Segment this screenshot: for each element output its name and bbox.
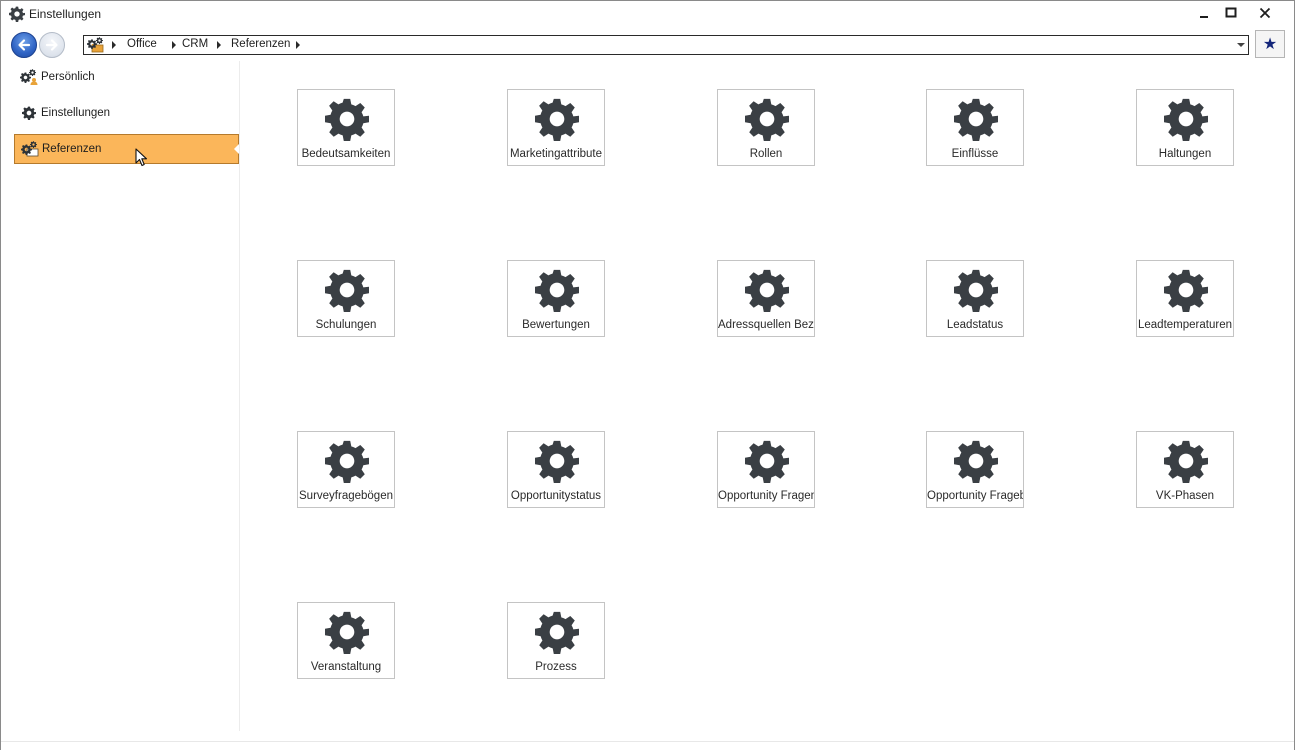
tile-haltungen[interactable]: Haltungen bbox=[1136, 89, 1234, 166]
tile-label: Marketingattribute bbox=[509, 148, 603, 160]
tile-label: Schulungen bbox=[315, 319, 377, 331]
gear-icon bbox=[325, 611, 369, 654]
tile-label: Leadstatus bbox=[946, 319, 1004, 331]
favorite-button[interactable]: ★ bbox=[1255, 30, 1285, 58]
gear-icon bbox=[1164, 269, 1208, 312]
tile-prozess[interactable]: Prozess bbox=[507, 602, 605, 679]
settings-window: Einstellungen Office CRM Referenzen ★ Pe… bbox=[0, 0, 1295, 750]
gear-icon bbox=[325, 440, 369, 483]
breadcrumb-referenzen[interactable]: Referenzen bbox=[231, 38, 290, 50]
tile-label: Bedeutsamkeiten bbox=[301, 148, 391, 160]
gear-icon bbox=[954, 98, 998, 141]
tile-bedeutsamkeiten[interactable]: Bedeutsamkeiten bbox=[297, 89, 395, 166]
sidebar-item-label: Persönlich bbox=[41, 71, 95, 83]
gear-icon bbox=[535, 269, 579, 312]
breadcrumb-separator[interactable] bbox=[112, 41, 116, 49]
breadcrumb-crm[interactable]: CRM bbox=[182, 38, 208, 50]
gear-icon bbox=[745, 98, 789, 141]
star-icon: ★ bbox=[1262, 36, 1278, 53]
close-button[interactable] bbox=[1248, 1, 1282, 25]
tile-opportunity-frageboegen[interactable]: Opportunity Frageb bbox=[926, 431, 1024, 508]
gear-icon bbox=[535, 611, 579, 654]
tile-einfluesse[interactable]: Einflüsse bbox=[926, 89, 1024, 166]
sidebar-item-label: Referenzen bbox=[42, 143, 102, 155]
tile-opportunity-fragen[interactable]: Opportunity Fragen bbox=[717, 431, 815, 508]
breadcrumb-separator[interactable] bbox=[217, 41, 221, 49]
tile-label: Bewertungen bbox=[522, 319, 590, 331]
maximize-icon bbox=[1225, 7, 1237, 18]
tile-leadtemperaturen[interactable]: Leadtemperaturen bbox=[1136, 260, 1234, 337]
tile-adressquellen[interactable]: Adressquellen Beze bbox=[717, 260, 815, 337]
arrow-right-icon bbox=[45, 39, 58, 51]
maximize-button[interactable] bbox=[1214, 1, 1248, 25]
sidebar-item-einstellungen[interactable]: Einstellungen bbox=[14, 99, 238, 127]
sidebar-item-persoenlich[interactable]: Persönlich bbox=[14, 63, 238, 91]
address-bar[interactable]: Office CRM Referenzen bbox=[83, 35, 1249, 55]
tile-veranstaltung[interactable]: Veranstaltung bbox=[297, 602, 395, 679]
tile-label: Rollen bbox=[749, 148, 783, 160]
arrow-left-icon bbox=[18, 39, 31, 51]
tile-label: Veranstaltung bbox=[310, 661, 382, 673]
gear-icon bbox=[325, 269, 369, 312]
tile-vk-phasen[interactable]: VK-Phasen bbox=[1136, 431, 1234, 508]
tile-label: Surveyfragebögen bbox=[299, 490, 393, 502]
back-button[interactable] bbox=[11, 32, 37, 58]
gear-icon bbox=[954, 269, 998, 312]
references-panel: Bedeutsamkeiten Marketingattribute Rolle… bbox=[240, 61, 1288, 741]
close-icon bbox=[1259, 7, 1271, 19]
gear-icon bbox=[535, 98, 579, 141]
tile-label: Einflüsse bbox=[951, 148, 999, 160]
gear-icon bbox=[22, 106, 36, 120]
tile-label: Opportunity Fragen bbox=[718, 490, 814, 502]
breadcrumb-office[interactable]: Office bbox=[127, 38, 157, 50]
tile-label: VK-Phasen bbox=[1155, 490, 1215, 502]
breadcrumb-separator[interactable] bbox=[172, 41, 176, 49]
breadcrumb-separator[interactable] bbox=[296, 41, 300, 49]
selection-indicator bbox=[234, 144, 239, 154]
sidebar-item-label: Einstellungen bbox=[41, 107, 111, 119]
window-bottom-edge bbox=[1, 741, 1294, 750]
tile-label: Opportunitystatus bbox=[510, 490, 602, 502]
title-bar: Einstellungen bbox=[1, 1, 1294, 27]
window-title: Einstellungen bbox=[29, 7, 102, 21]
forward-button[interactable] bbox=[39, 32, 65, 58]
gear-icon bbox=[745, 269, 789, 312]
user-settings-icon bbox=[20, 69, 38, 85]
tile-surveyfrageboegen[interactable]: Surveyfragebögen bbox=[297, 431, 395, 508]
mouse-cursor-icon bbox=[135, 148, 148, 167]
settings-folder-icon bbox=[21, 141, 39, 157]
gear-icon bbox=[954, 440, 998, 483]
tile-rollen[interactable]: Rollen bbox=[717, 89, 815, 166]
sidebar: Persönlich Einstellungen Referenzen bbox=[7, 61, 240, 731]
gear-icon bbox=[9, 6, 25, 22]
gear-icon bbox=[325, 98, 369, 141]
tile-label: Opportunity Frageb bbox=[927, 490, 1023, 502]
gear-icon bbox=[745, 440, 789, 483]
tile-label: Prozess bbox=[535, 661, 577, 673]
settings-folder-icon bbox=[87, 37, 104, 53]
gear-icon bbox=[535, 440, 579, 483]
tile-opportunitystatus[interactable]: Opportunitystatus bbox=[507, 431, 605, 508]
tile-schulungen[interactable]: Schulungen bbox=[297, 260, 395, 337]
gear-icon bbox=[1164, 440, 1208, 483]
navigation-bar: Office CRM Referenzen ★ bbox=[1, 27, 1294, 61]
chevron-down-icon[interactable] bbox=[1237, 43, 1245, 47]
tile-bewertungen[interactable]: Bewertungen bbox=[507, 260, 605, 337]
tile-leadstatus[interactable]: Leadstatus bbox=[926, 260, 1024, 337]
tile-marketingattribute[interactable]: Marketingattribute bbox=[507, 89, 605, 166]
tile-label: Haltungen bbox=[1158, 148, 1212, 160]
gear-icon bbox=[1164, 98, 1208, 141]
sidebar-item-referenzen[interactable]: Referenzen bbox=[14, 134, 239, 164]
tile-label: Leadtemperaturen bbox=[1138, 319, 1232, 331]
minimize-icon bbox=[1200, 16, 1208, 18]
tile-label: Adressquellen Beze bbox=[718, 319, 814, 331]
